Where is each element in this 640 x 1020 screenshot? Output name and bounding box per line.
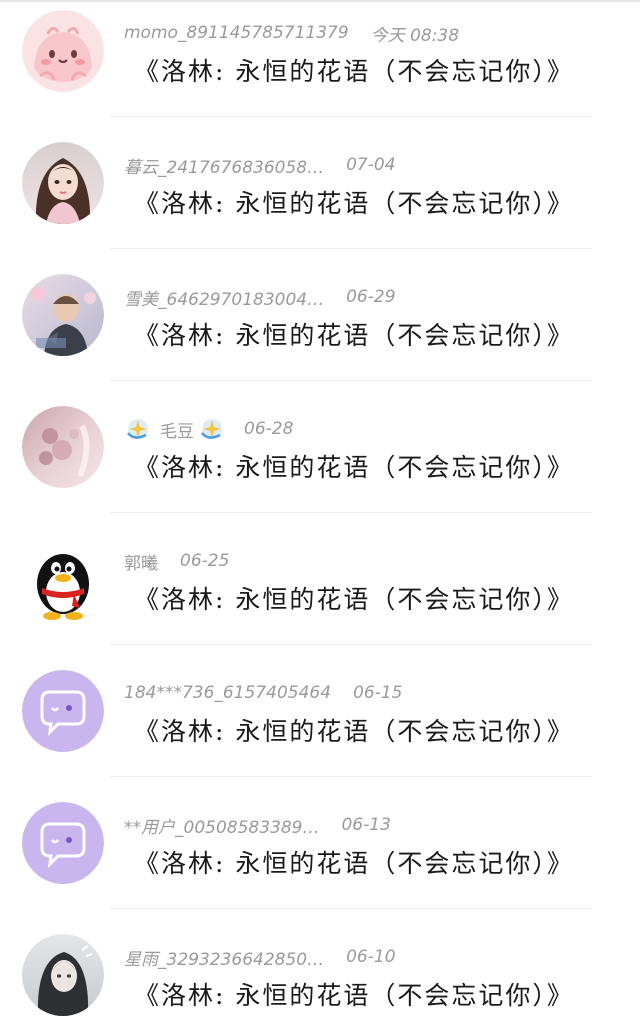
- comment-meta: momo_891145785711379 今天 08:38: [124, 20, 459, 46]
- comment-text: 《洛林: 永恒的花语（不会忘记你）》: [134, 585, 574, 614]
- timestamp: 06-25: [180, 551, 230, 571]
- timestamp: 06-29: [346, 287, 396, 307]
- child-photo-avatar[interactable]: [22, 274, 104, 356]
- comment-text: 《洛林: 永恒的花语（不会忘记你）》: [134, 981, 574, 1010]
- comment-meta: 暮云_2417676836058… 07-04: [124, 152, 396, 178]
- divider: [110, 908, 592, 909]
- timestamp: 07-04: [346, 155, 396, 175]
- divider: [110, 776, 592, 777]
- username[interactable]: 暮云_2417676836058…: [124, 153, 324, 178]
- comment-list: momo_891145785711379 今天 08:38 《洛林: 永恒的花语…: [0, 0, 640, 1020]
- comment-item[interactable]: 184***736_6157405464 06-15 《洛林: 永恒的花语（不会…: [0, 660, 640, 792]
- comment-item[interactable]: **用户_00508583389… 06-13 《洛林: 永恒的花语（不会忘记你…: [0, 792, 640, 924]
- username[interactable]: 雪美_6462970183004…: [124, 285, 324, 310]
- sparkle-emoji-right: [198, 417, 226, 441]
- comment-item[interactable]: 星雨_3293236642850… 06-10 《洛林: 永恒的花语（不会忘记你…: [0, 924, 640, 1020]
- username[interactable]: 星雨_3293236642850…: [124, 945, 324, 970]
- username[interactable]: 郭曦: [124, 549, 158, 574]
- comment-meta: 雪美_6462970183004… 06-29: [124, 284, 396, 310]
- girl-portrait-avatar[interactable]: [22, 142, 104, 224]
- divider: [110, 644, 592, 645]
- username[interactable]: **用户_00508583389…: [124, 813, 319, 838]
- comment-text: 《洛林: 永恒的花语（不会忘记你）》: [134, 717, 574, 746]
- girl-bw-avatar[interactable]: [22, 934, 104, 1016]
- pink-floral-avatar[interactable]: [22, 406, 104, 488]
- comment-text: 《洛林: 永恒的花语（不会忘记你）》: [134, 189, 574, 218]
- comment-meta: **用户_00508583389… 06-13: [124, 812, 391, 838]
- divider: [110, 116, 592, 117]
- comment-text: 《洛林: 永恒的花语（不会忘记你）》: [134, 321, 574, 350]
- username[interactable]: 184***736_6157405464: [124, 683, 331, 703]
- comment-text: 《洛林: 永恒的花语（不会忘记你）》: [134, 57, 574, 86]
- comment-item[interactable]: 雪美_6462970183004… 06-29 《洛林: 永恒的花语（不会忘记你…: [0, 264, 640, 396]
- qq-penguin-avatar[interactable]: [22, 538, 104, 620]
- comment-item[interactable]: 毛豆 06-28 《洛林: 永恒的花语（不会忘记你）》: [0, 396, 640, 528]
- purple-chat-avatar[interactable]: [22, 670, 104, 752]
- comment-item[interactable]: 暮云_2417676836058… 07-04 《洛林: 永恒的花语（不会忘记你…: [0, 132, 640, 264]
- timestamp: 06-15: [353, 683, 403, 703]
- timestamp: 06-28: [244, 419, 294, 439]
- divider: [110, 248, 592, 249]
- timestamp: 06-10: [346, 947, 396, 967]
- comment-meta: 郭曦 06-25: [124, 548, 229, 574]
- username[interactable]: 毛豆: [160, 417, 194, 442]
- comment-item[interactable]: momo_891145785711379 今天 08:38 《洛林: 永恒的花语…: [0, 0, 640, 132]
- comment-meta: 星雨_3293236642850… 06-10: [124, 944, 396, 970]
- divider: [110, 512, 592, 513]
- timestamp: 06-13: [341, 815, 391, 835]
- comment-text: 《洛林: 永恒的花语（不会忘记你）》: [134, 453, 574, 482]
- sparkle-emoji-left: [124, 417, 152, 441]
- username[interactable]: momo_891145785711379: [124, 23, 349, 43]
- purple-chat-avatar[interactable]: [22, 802, 104, 884]
- comment-item[interactable]: 郭曦 06-25 《洛林: 永恒的花语（不会忘记你）》: [0, 528, 640, 660]
- comment-text: 《洛林: 永恒的花语（不会忘记你）》: [134, 849, 574, 878]
- comment-meta: 184***736_6157405464 06-15: [124, 680, 402, 706]
- divider: [110, 380, 592, 381]
- pink-blob-avatar[interactable]: [22, 10, 104, 92]
- timestamp: 今天 08:38: [370, 25, 460, 46]
- comment-meta: 毛豆 06-28: [124, 416, 293, 442]
